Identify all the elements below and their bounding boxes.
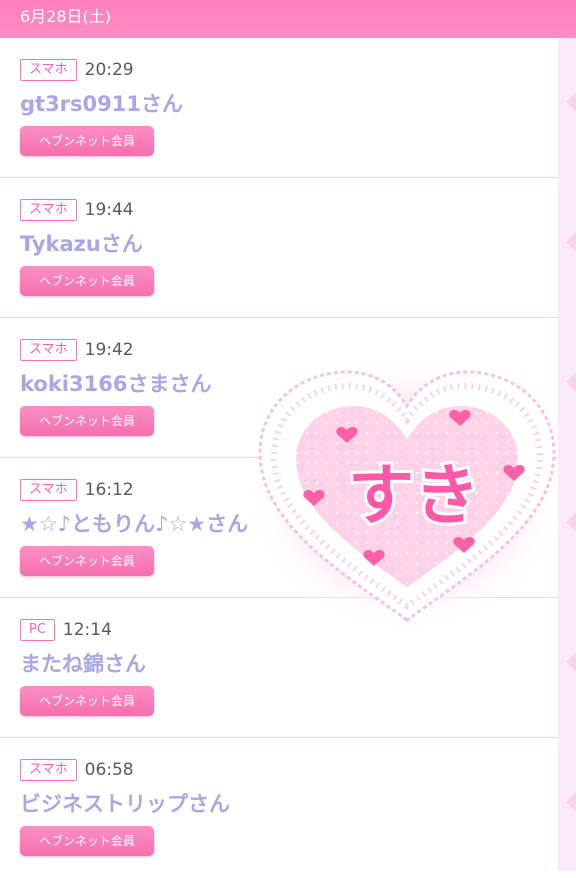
device-tag: スマホ: [20, 339, 77, 361]
visitor-name[interactable]: ★☆♪ともりん♪☆★さん: [20, 510, 558, 538]
visitor-name[interactable]: またね錦さん: [20, 650, 558, 678]
visitor-list: スマホ 20:29 gt3rs0911さん ヘブンネット会員 スマホ 19:44…: [0, 38, 558, 878]
rail-notch: [566, 793, 576, 811]
visitor-entry: スマホ 19:44 Tykazuさん ヘブンネット会員: [0, 178, 558, 318]
device-tag: スマホ: [20, 479, 77, 501]
visitor-name[interactable]: koki3166さまさん: [20, 370, 558, 398]
visitor-name[interactable]: ビジネストリップさん: [20, 790, 558, 818]
member-badge-button[interactable]: ヘブンネット会員: [20, 266, 154, 296]
visitor-entry: PC 12:14 またね錦さん ヘブンネット会員: [0, 598, 558, 738]
rail-notch: [566, 653, 576, 671]
device-tag: スマホ: [20, 59, 77, 81]
meta-row: スマホ 20:29: [20, 58, 558, 82]
member-badge-button[interactable]: ヘブンネット会員: [20, 546, 154, 576]
visitor-entry: スマホ 20:29 gt3rs0911さん ヘブンネット会員: [0, 38, 558, 178]
visitor-entry: スマホ 16:12 ★☆♪ともりん♪☆★さん ヘブンネット会員: [0, 458, 558, 598]
rail-notch: [566, 513, 576, 531]
rail-notch: [566, 233, 576, 251]
visitor-name[interactable]: gt3rs0911さん: [20, 90, 558, 118]
visit-time: 16:12: [84, 480, 134, 500]
meta-row: スマホ 16:12: [20, 478, 558, 502]
rail-notch: [566, 373, 576, 391]
right-rail: [558, 38, 576, 871]
date-header: 6月28日(土): [0, 0, 576, 38]
visit-time: 19:44: [84, 200, 134, 220]
meta-row: スマホ 19:42: [20, 338, 558, 362]
visitor-entry: スマホ 19:42 koki3166さまさん ヘブンネット会員: [0, 318, 558, 458]
visitor-entry: スマホ 06:58 ビジネストリップさん ヘブンネット会員: [0, 738, 558, 878]
device-tag: PC: [20, 619, 55, 641]
device-tag: スマホ: [20, 199, 77, 221]
visit-time: 06:58: [84, 760, 134, 780]
meta-row: スマホ 06:58: [20, 758, 558, 782]
meta-row: スマホ 19:44: [20, 198, 558, 222]
visit-time: 19:42: [84, 340, 134, 360]
date-label: 6月28日(土): [20, 7, 112, 26]
visit-time: 20:29: [84, 60, 134, 80]
member-badge-button[interactable]: ヘブンネット会員: [20, 406, 154, 436]
visitor-name[interactable]: Tykazuさん: [20, 230, 558, 258]
visit-time: 12:14: [62, 620, 112, 640]
meta-row: PC 12:14: [20, 618, 558, 642]
device-tag: スマホ: [20, 759, 77, 781]
member-badge-button[interactable]: ヘブンネット会員: [20, 686, 154, 716]
rail-notch: [566, 93, 576, 111]
member-badge-button[interactable]: ヘブンネット会員: [20, 126, 154, 156]
member-badge-button[interactable]: ヘブンネット会員: [20, 826, 154, 856]
